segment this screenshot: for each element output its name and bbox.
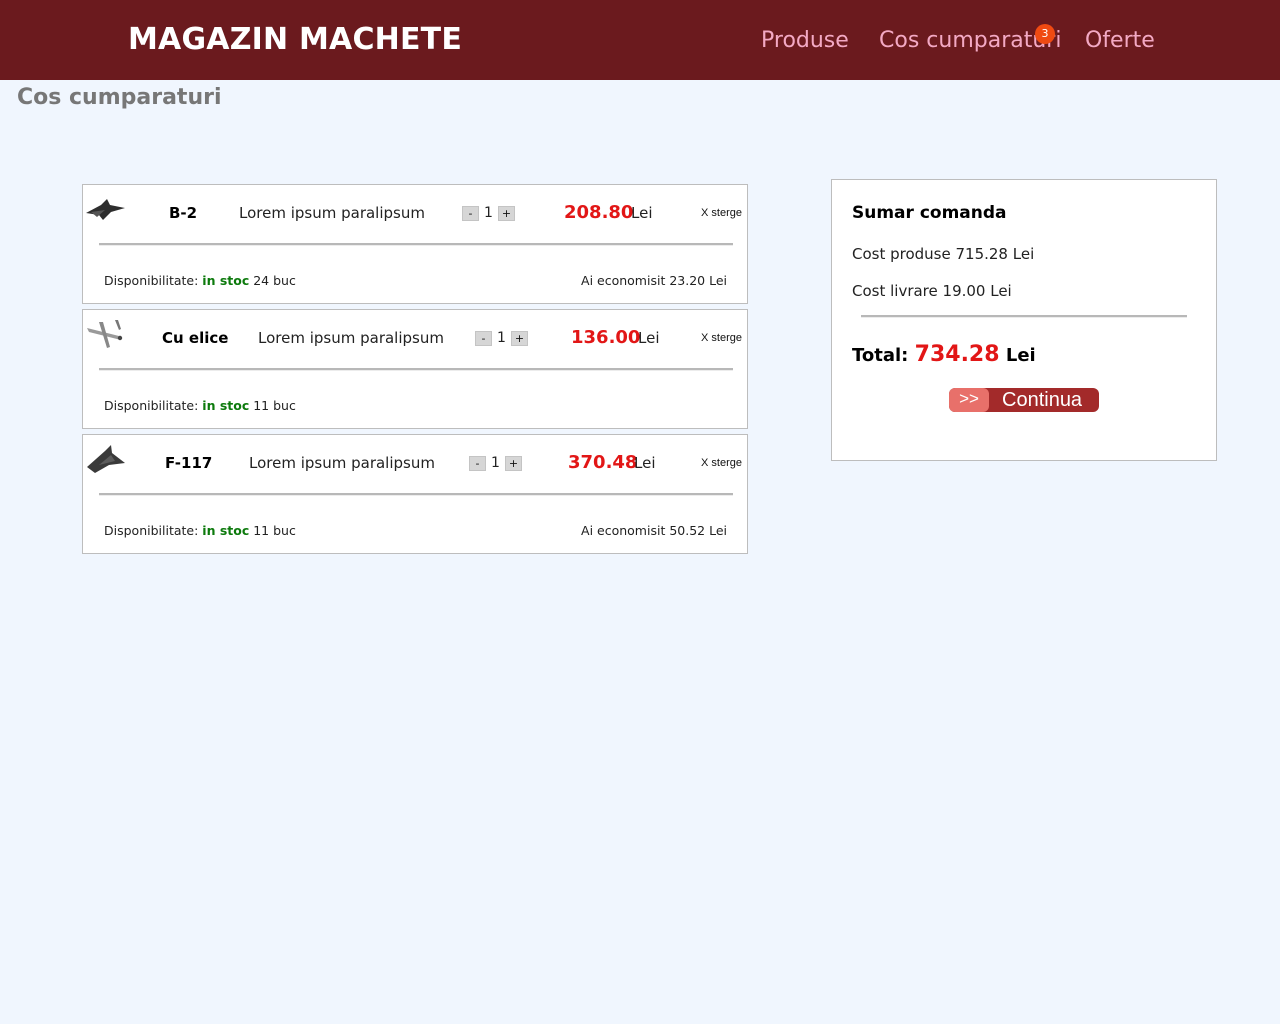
remove-item-button[interactable]: X sterge bbox=[701, 457, 742, 469]
stock-status: in stoc bbox=[202, 273, 250, 288]
nav-link-produse[interactable]: Produse bbox=[761, 28, 849, 53]
quantity-stepper: -1 + bbox=[469, 455, 522, 471]
price-currency: Lei bbox=[631, 204, 653, 222]
product-description: Lorem ipsum paralipsum bbox=[249, 454, 435, 472]
decrease-qty-button[interactable]: - bbox=[469, 455, 486, 471]
increase-qty-button[interactable]: + bbox=[498, 205, 515, 221]
order-summary-panel: Sumar comanda Cost produse 715.28 Lei Co… bbox=[831, 179, 1217, 461]
cart-item: Cu elice Lorem ipsum paralipsum -1 + 136.… bbox=[82, 309, 748, 429]
price-currency: Lei bbox=[638, 329, 660, 347]
summary-title: Sumar comanda bbox=[852, 203, 1007, 223]
total-label: Total: bbox=[852, 345, 909, 366]
quantity-value: 1 bbox=[484, 205, 493, 221]
stock-count: 11 buc bbox=[253, 523, 296, 538]
product-name[interactable]: F-117 bbox=[165, 454, 212, 472]
nav-link-oferte[interactable]: Oferte bbox=[1085, 28, 1155, 53]
propeller-plane-image bbox=[87, 320, 123, 348]
decrease-qty-button[interactable]: - bbox=[462, 205, 479, 221]
savings-text: Ai economisit 23.20 Lei bbox=[581, 273, 727, 288]
stealth-fighter-image bbox=[87, 445, 125, 473]
delivery-cost: Cost livrare 19.00 Lei bbox=[852, 282, 1012, 300]
item-divider bbox=[99, 368, 733, 371]
availability-label: Disponibilitate: bbox=[104, 523, 199, 538]
item-divider bbox=[99, 493, 733, 496]
continue-label: Continua bbox=[1002, 389, 1083, 411]
cart-count-badge: 3 bbox=[1035, 24, 1055, 44]
order-total: Total: 734.28 Lei bbox=[852, 342, 1036, 367]
cart-item: B-2 Lorem ipsum paralipsum -1 + 208.80 Le… bbox=[82, 184, 748, 304]
quantity-stepper: -1 + bbox=[475, 330, 528, 346]
availability-label: Disponibilitate: bbox=[104, 398, 199, 413]
total-currency: Lei bbox=[1005, 345, 1036, 366]
nav-link-cos[interactable]: Cos cumparaturi bbox=[879, 28, 1061, 53]
products-cost: Cost produse 715.28 Lei bbox=[852, 245, 1035, 263]
total-value: 734.28 bbox=[914, 342, 1000, 367]
quantity-stepper: -1 + bbox=[462, 205, 515, 221]
stock-count: 11 buc bbox=[253, 398, 296, 413]
stock-status: in stoc bbox=[202, 523, 250, 538]
price-currency: Lei bbox=[634, 454, 656, 472]
continue-button[interactable]: >> Continua bbox=[949, 388, 1099, 412]
availability-info: Disponibilitate: in stoc 11 buc bbox=[104, 523, 296, 538]
cart-item: F-117 Lorem ipsum paralipsum -1 + 370.48 … bbox=[82, 434, 748, 554]
availability-info: Disponibilitate: in stoc 24 buc bbox=[104, 273, 296, 288]
availability-info: Disponibilitate: in stoc 11 buc bbox=[104, 398, 296, 413]
stock-status: in stoc bbox=[202, 398, 250, 413]
product-description: Lorem ipsum paralipsum bbox=[258, 329, 444, 347]
availability-label: Disponibilitate: bbox=[104, 273, 199, 288]
page-title: Cos cumparaturi bbox=[17, 85, 222, 110]
stock-count: 24 buc bbox=[253, 273, 296, 288]
product-description: Lorem ipsum paralipsum bbox=[239, 204, 425, 222]
savings-text: Ai economisit 50.52 Lei bbox=[581, 523, 727, 538]
quantity-value: 1 bbox=[491, 455, 500, 471]
item-divider bbox=[99, 243, 733, 246]
summary-divider bbox=[861, 315, 1187, 318]
remove-item-button[interactable]: X sterge bbox=[701, 332, 742, 344]
increase-qty-button[interactable]: + bbox=[511, 330, 528, 346]
brand-logo[interactable]: MAGAZIN MACHETE bbox=[128, 22, 462, 57]
double-arrow-icon: >> bbox=[949, 388, 989, 412]
quantity-value: 1 bbox=[497, 330, 506, 346]
product-price: 208.80 bbox=[564, 202, 634, 223]
top-header: MAGAZIN MACHETE Produse Cos cumparaturi … bbox=[0, 0, 1280, 80]
stealth-bomber-image bbox=[86, 199, 125, 220]
product-name[interactable]: Cu elice bbox=[162, 329, 228, 347]
decrease-qty-button[interactable]: - bbox=[475, 330, 492, 346]
remove-item-button[interactable]: X sterge bbox=[701, 207, 742, 219]
product-price: 370.48 bbox=[568, 452, 638, 473]
increase-qty-button[interactable]: + bbox=[505, 455, 522, 471]
product-price: 136.00 bbox=[571, 327, 641, 348]
product-name[interactable]: B-2 bbox=[169, 204, 197, 222]
